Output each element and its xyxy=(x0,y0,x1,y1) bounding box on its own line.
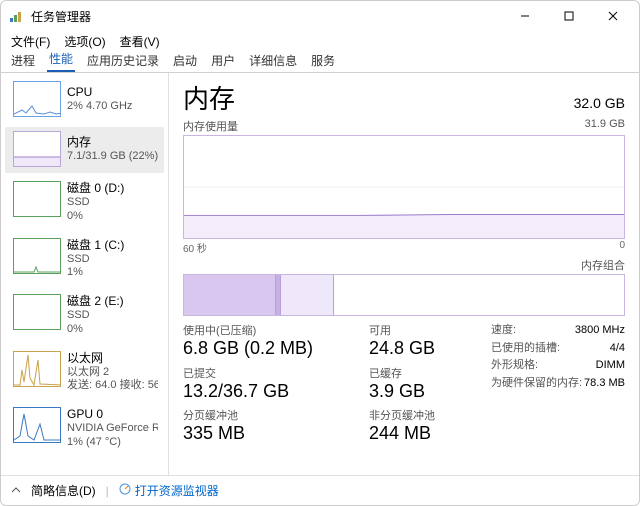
sidebar-item-disk0[interactable]: 磁盘 0 (D:)SSD0% xyxy=(5,177,164,230)
stat-in-use: 6.8 GB (0.2 MB) xyxy=(183,338,343,359)
stat-paged: 335 MB xyxy=(183,423,343,444)
stat-cached: 3.9 GB xyxy=(369,381,479,402)
app-icon xyxy=(9,8,25,24)
menu-view[interactable]: 查看(V) xyxy=(120,33,160,50)
axis-left: 60 秒 xyxy=(183,240,207,255)
memory-composition-graph[interactable] xyxy=(183,274,625,316)
tab-app-history[interactable]: 应用历史记录 xyxy=(85,49,161,72)
sidebar-item-gpu[interactable]: GPU 0NVIDIA GeForce R11% (47 °C) xyxy=(5,403,164,456)
menubar: 文件(F) 选项(O) 查看(V) xyxy=(1,31,639,51)
tab-users[interactable]: 用户 xyxy=(209,49,237,72)
stat-nonpaged: 244 MB xyxy=(369,423,479,444)
menu-file[interactable]: 文件(F) xyxy=(11,33,50,50)
monitor-icon xyxy=(119,483,131,498)
usage-max: 31.9 GB xyxy=(585,118,625,134)
sidebar-cpu-sub: 2% 4.70 GHz xyxy=(67,100,132,114)
tab-performance[interactable]: 性能 xyxy=(47,47,75,72)
tab-processes[interactable]: 进程 xyxy=(9,49,37,72)
sidebar: CPU2% 4.70 GHz 内存7.1/31.9 GB (22%) 磁盘 0 … xyxy=(1,73,169,475)
axis-right: 0 xyxy=(619,240,625,255)
sidebar-cpu-title: CPU xyxy=(67,85,132,100)
stat-available: 24.8 GB xyxy=(369,338,479,359)
sidebar-item-disk1[interactable]: 磁盘 1 (C:)SSD1% xyxy=(5,234,164,287)
task-manager-window: 任务管理器 文件(F) 选项(O) 查看(V) 进程 性能 应用历史记录 启动 … xyxy=(0,0,640,506)
brief-info-button[interactable]: 简略信息(D) xyxy=(31,482,96,499)
tab-details[interactable]: 详细信息 xyxy=(247,49,299,72)
window-title: 任务管理器 xyxy=(31,8,503,25)
sidebar-item-disk2[interactable]: 磁盘 2 (E:)SSD0% xyxy=(5,290,164,343)
tabbar: 进程 性能 应用历史记录 启动 用户 详细信息 服务 xyxy=(1,51,639,73)
stat-committed: 13.2/36.7 GB xyxy=(183,381,343,402)
sidebar-item-cpu[interactable]: CPU2% 4.70 GHz xyxy=(5,77,164,123)
memory-spec: 速度:3800 MHz 已使用的插槽:4/4 外形规格:DIMM 为硬件保留的内… xyxy=(491,322,625,450)
footer: 简略信息(D) | 打开资源监视器 xyxy=(1,475,639,505)
total-memory: 32.0 GB xyxy=(574,95,625,111)
main-panel: 内存 32.0 GB 内存使用量 31.9 GB 60 秒 0 内存组合 xyxy=(169,73,639,475)
maximize-button[interactable] xyxy=(547,1,591,31)
sidebar-mem-sub: 7.1/31.9 GB (22%) xyxy=(67,150,158,164)
tab-services[interactable]: 服务 xyxy=(309,49,337,72)
sidebar-mem-title: 内存 xyxy=(67,135,158,150)
memory-usage-graph[interactable] xyxy=(183,135,625,239)
open-resource-monitor-link[interactable]: 打开资源监视器 xyxy=(119,482,219,499)
close-button[interactable] xyxy=(591,1,635,31)
minimize-button[interactable] xyxy=(503,1,547,31)
sidebar-item-memory[interactable]: 内存7.1/31.9 GB (22%) xyxy=(5,127,164,173)
tab-startup[interactable]: 启动 xyxy=(171,49,199,72)
usage-label: 内存使用量 xyxy=(183,118,238,134)
titlebar[interactable]: 任务管理器 xyxy=(1,1,639,31)
sidebar-item-ethernet[interactable]: 以太网以太网 2发送: 64.0 接收: 56. xyxy=(5,347,164,400)
composition-label: 内存组合 xyxy=(581,257,625,273)
page-title: 内存 xyxy=(183,79,574,116)
chevron-up-icon[interactable] xyxy=(11,484,21,498)
